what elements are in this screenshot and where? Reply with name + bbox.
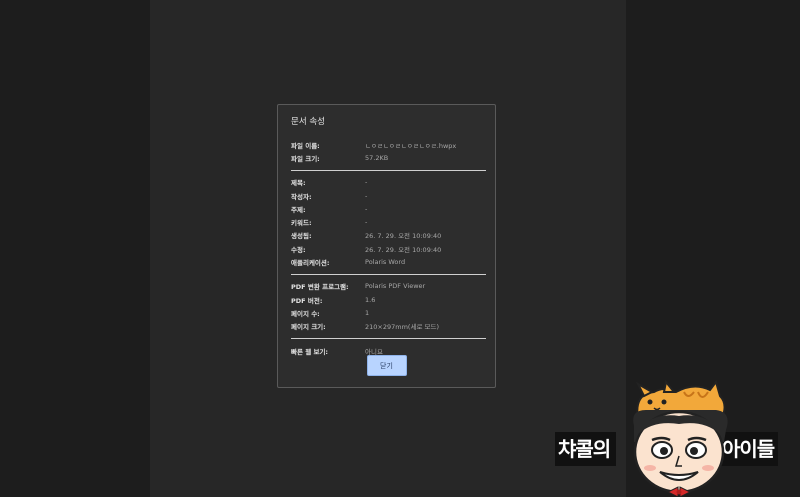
- mascot-face-icon: [633, 380, 728, 497]
- property-row-page-count: 페이지 수: 1: [291, 306, 483, 319]
- property-label: 제목:: [291, 179, 306, 188]
- divider: [291, 169, 486, 171]
- property-row-title: 제목: -: [291, 176, 483, 189]
- property-value: -: [365, 191, 368, 200]
- property-label: 파일 크기:: [291, 154, 320, 163]
- property-label: PDF 변환 프로그램:: [291, 283, 349, 292]
- property-label: 키워드:: [291, 219, 312, 228]
- property-row-pdf-version: PDF 버전: 1.6: [291, 293, 483, 306]
- property-row-author: 작성자: -: [291, 189, 483, 202]
- property-row-file-name: 파일 이름: ㄴㅇㄹㄴㅇㄹㄴㅇㄹㄴㅇㄹ.hwpx: [291, 138, 483, 151]
- divider: [291, 273, 486, 275]
- left-margin: [0, 0, 150, 497]
- property-value: -: [365, 218, 368, 227]
- viewer-window: 문서 속성 파일 이름: ㄴㅇㄹㄴㅇㄹㄴㅇㄹㄴㅇㄹ.hwpx 파일 크기: 57…: [0, 0, 800, 497]
- property-row-created: 생성됨: 26. 7. 29. 오전 10:09:40: [291, 229, 483, 242]
- property-label: 수정:: [291, 245, 306, 254]
- close-button[interactable]: 닫기: [366, 355, 407, 376]
- property-label: 생성됨:: [291, 232, 312, 241]
- property-value: 26. 7. 29. 오전 10:09:40: [365, 245, 442, 254]
- property-label: 작성자:: [291, 192, 312, 201]
- property-label: 애플리케이션:: [291, 259, 330, 268]
- file-info-group: 파일 이름: ㄴㅇㄹㄴㅇㄹㄴㅇㄹㄴㅇㄹ.hwpx 파일 크기: 57.2KB: [291, 138, 483, 165]
- property-value: -: [365, 178, 368, 187]
- property-label: 페이지 크기:: [291, 323, 326, 332]
- property-row-subject: 주제: -: [291, 202, 483, 215]
- document-properties-dialog: 문서 속성 파일 이름: ㄴㅇㄹㄴㅇㄹㄴㅇㄹㄴㅇㄹ.hwpx 파일 크기: 57…: [277, 104, 496, 388]
- channel-watermark: 챠콜의 아이들: [554, 380, 800, 497]
- property-row-page-size: 페이지 크기: 210×297mm(세로 모드): [291, 320, 483, 333]
- property-value: Polaris Word: [365, 258, 406, 267]
- watermark-text-left: 챠콜의: [555, 432, 617, 466]
- property-label: PDF 버전:: [291, 296, 323, 305]
- property-value: 57.2KB: [365, 153, 389, 162]
- divider: [291, 337, 486, 339]
- metadata-group: 제목: - 작성자: - 주제: - 키워드: - 생성됨: 26. 7. 29…: [291, 176, 483, 269]
- property-value: Polaris PDF Viewer: [365, 282, 426, 291]
- property-row-application: 애플리케이션: Polaris Word: [291, 255, 483, 268]
- pdf-info-group: PDF 변환 프로그램: Polaris PDF Viewer PDF 버전: …: [291, 280, 483, 333]
- property-value: 210×297mm(세로 모드): [365, 323, 439, 332]
- dialog-footer: 닫기: [278, 355, 495, 376]
- property-value: ㄴㅇㄹㄴㅇㄹㄴㅇㄹㄴㅇㄹ.hwpx: [365, 141, 457, 150]
- property-row-modified: 수정: 26. 7. 29. 오전 10:09:40: [291, 242, 483, 255]
- property-value: 26. 7. 29. 오전 10:09:40: [365, 232, 442, 241]
- property-row-file-size: 파일 크기: 57.2KB: [291, 151, 483, 164]
- property-value: 1.6: [365, 295, 376, 304]
- property-row-pdf-producer: PDF 변환 프로그램: Polaris PDF Viewer: [291, 280, 483, 293]
- property-value: 1: [365, 308, 370, 317]
- property-value: -: [365, 204, 368, 213]
- property-row-keywords: 키워드: -: [291, 215, 483, 228]
- property-label: 파일 이름:: [291, 141, 320, 150]
- dialog-title: 문서 속성: [291, 117, 325, 127]
- property-value: 아니요: [365, 347, 383, 356]
- property-label: 페이지 수:: [291, 309, 320, 318]
- property-label: 빠른 웹 보기:: [291, 347, 329, 356]
- property-label: 주제:: [291, 205, 306, 214]
